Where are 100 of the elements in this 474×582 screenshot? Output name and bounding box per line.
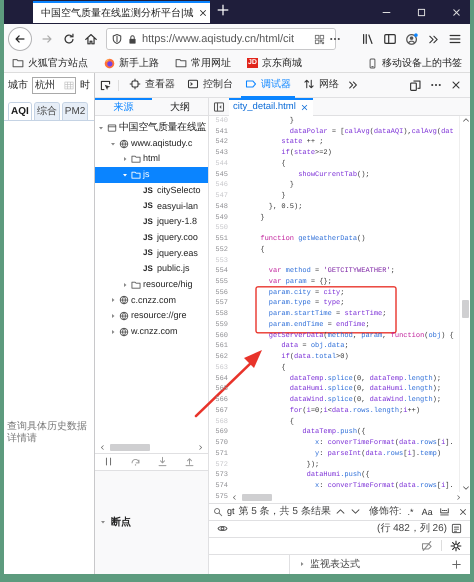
file-tab[interactable]: city_detail.html	[229, 98, 313, 116]
maximize-icon[interactable]	[416, 6, 427, 18]
scrollbar-thumb[interactable]	[242, 494, 272, 501]
chevrons-icon[interactable]	[427, 32, 440, 46]
element-picker-icon[interactable]	[99, 78, 112, 92]
tree-item[interactable]: w.cnzz.com	[95, 324, 208, 340]
scroll-right-icon[interactable]	[455, 494, 462, 501]
scrollbar-thumb[interactable]	[462, 300, 469, 318]
library-icon[interactable]	[361, 32, 375, 46]
home-icon[interactable]	[84, 32, 98, 46]
window-icon	[107, 122, 117, 133]
globe-icon	[119, 138, 129, 149]
pretty-print-icon[interactable]	[451, 523, 462, 534]
section-title: 断点	[111, 516, 131, 530]
responsive-icon[interactable]	[409, 78, 422, 92]
cursor-position: (行 482，列 26)	[376, 522, 447, 536]
pane-toggle-icon[interactable]	[213, 100, 225, 112]
devtools-tab[interactable]: 控制台	[183, 72, 237, 98]
sidebar-icon[interactable]	[383, 32, 397, 46]
twisty-icon[interactable]	[109, 312, 117, 320]
lock-icon[interactable]	[127, 34, 138, 44]
scroll-left-icon[interactable]	[99, 444, 106, 452]
hint-text: 查询具体历史数据详情请	[6, 421, 88, 445]
tree-item[interactable]: html	[95, 151, 208, 168]
tree-item[interactable]: 中国空气质量在线监	[95, 120, 208, 136]
shield-icon[interactable]	[111, 33, 123, 45]
pause-icon[interactable]	[103, 456, 114, 468]
page-tab[interactable]: PM2	[62, 102, 88, 120]
scroll-right-icon[interactable]	[197, 444, 204, 452]
inspector-icon	[129, 78, 141, 90]
bookmark-item[interactable]: 新手上路	[104, 56, 159, 70]
chevrons-icon[interactable]	[347, 79, 359, 91]
file-type-label: JS	[143, 184, 154, 197]
twisty-icon[interactable]	[121, 280, 129, 289]
scroll-up-icon[interactable]	[462, 116, 470, 124]
breakpoints-off-icon[interactable]	[421, 540, 433, 552]
reload-icon[interactable]	[62, 32, 76, 46]
debugger-icon	[245, 78, 257, 90]
result-count: 第 5 条，共 5 条结果	[238, 504, 331, 520]
twisty-icon[interactable]	[109, 296, 117, 304]
section-title: 监视表达式	[310, 558, 360, 572]
browser-tab[interactable]: 中国空气质量在线监测分析平台|城	[33, 1, 210, 23]
scrollbar-thumb[interactable]	[110, 444, 150, 452]
close-icon[interactable]	[458, 506, 468, 517]
twisty-icon[interactable]	[109, 328, 117, 336]
folder-icon	[131, 280, 141, 290]
grid-icon	[63, 80, 75, 91]
account-icon[interactable]	[405, 32, 419, 46]
step-out-icon[interactable]	[184, 456, 195, 468]
devtools-tab[interactable]: 查看器	[125, 72, 179, 98]
scroll-left-icon[interactable]	[231, 494, 238, 501]
field-label: 时	[80, 78, 90, 93]
page-tab[interactable]: AQI	[8, 102, 32, 120]
page-tab[interactable]: 综合	[34, 102, 60, 120]
city-field[interactable]: 杭州	[32, 77, 76, 94]
new-tab-icon[interactable]	[216, 3, 230, 17]
bookmark-item[interactable]: 常用网址	[175, 56, 231, 70]
step-in-icon[interactable]	[157, 456, 168, 468]
back-button[interactable]	[8, 27, 32, 51]
whole-word-icon[interactable]	[438, 506, 450, 518]
globe-icon	[119, 311, 129, 322]
field-label: 修饰符:	[368, 505, 402, 520]
tree-item[interactable]: JS citySelecto	[95, 182, 208, 198]
tree-item[interactable]: www.aqistudy.c	[95, 136, 208, 152]
close-icon[interactable]	[451, 6, 462, 18]
close-icon[interactable]	[198, 8, 208, 18]
devtools-tab[interactable]: 网络	[299, 72, 343, 98]
menu-icon[interactable]	[448, 32, 462, 46]
phone-icon	[367, 58, 378, 68]
bookmark-item[interactable]: 火狐官方站点	[12, 56, 88, 70]
field-label: 城市	[8, 78, 28, 93]
file-type-label: JS	[143, 232, 154, 244]
step-over-icon[interactable]	[130, 456, 141, 468]
twisty-icon[interactable]	[298, 560, 306, 568]
tree-item[interactable]: JS jquery.eas	[95, 246, 208, 262]
close-icon[interactable]	[450, 79, 462, 91]
twisty-icon[interactable]	[121, 155, 129, 164]
tree-item[interactable]: JS public.js	[95, 261, 208, 277]
tree-item[interactable]: resource://gre	[95, 308, 208, 324]
tree-item[interactable]: c.cnzz.com	[95, 292, 208, 308]
search-icon[interactable]	[213, 506, 223, 517]
file-type-label: JS	[143, 200, 154, 212]
panel-tab[interactable]: 来源	[95, 98, 152, 116]
add-icon[interactable]	[451, 558, 462, 570]
tree-item[interactable]: JS jquery.coo	[95, 230, 208, 246]
panel-tab[interactable]: 大纲	[152, 98, 208, 116]
console-icon	[187, 78, 199, 90]
tree-item[interactable]: JS jquery-1.8	[95, 214, 208, 230]
case-toggle[interactable]: Aa	[420, 506, 435, 518]
regex-toggle[interactable]: .*	[406, 506, 416, 518]
folder-icon	[175, 57, 187, 69]
file-type-label: JS	[143, 247, 154, 260]
qr-code-icon[interactable]	[314, 34, 325, 44]
bookmark-item[interactable]: 移动设备上的书签	[367, 56, 462, 70]
tree-item[interactable]: JS easyui-lan	[95, 198, 208, 214]
tree-item[interactable]: js	[95, 167, 208, 183]
settings-icon[interactable]	[450, 540, 462, 552]
tree-item[interactable]: resource/hig	[95, 276, 208, 293]
search-field[interactable]: gt	[227, 504, 235, 518]
scroll-down-icon[interactable]	[462, 484, 470, 492]
